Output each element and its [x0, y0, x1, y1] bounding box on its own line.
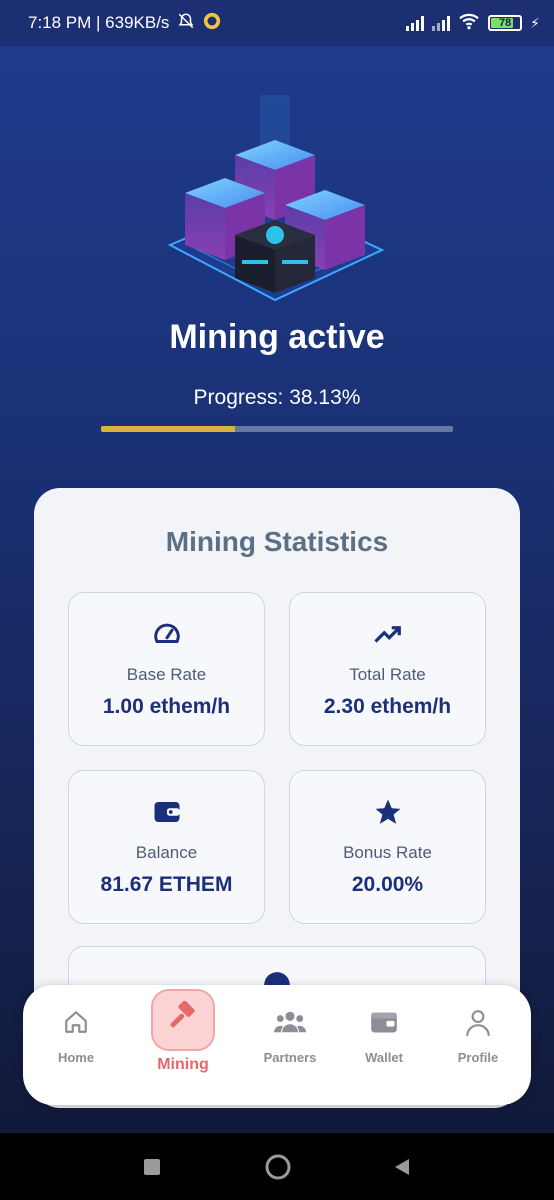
- nav-label: Partners: [263, 1050, 317, 1065]
- stat-bonus-rate: Bonus Rate 20.00%: [289, 770, 486, 924]
- stats-title: Mining Statistics: [165, 526, 389, 557]
- nav-wallet[interactable]: Wallet: [339, 985, 429, 1105]
- stat-label: Total Rate: [349, 665, 426, 684]
- progress-bar: [101, 426, 453, 432]
- people-icon: [245, 1009, 335, 1037]
- nav-home[interactable]: Home: [31, 985, 121, 1105]
- stat-value: 20.00%: [351, 873, 424, 896]
- mute-icon: [177, 12, 195, 35]
- stat-value: 1.00 ethem/h: [102, 695, 231, 718]
- app-screen: 7:18 PM | 639KB/s 78 ⚡ Mining active Pro…: [0, 0, 554, 1133]
- home-icon: [31, 1009, 121, 1037]
- nav-label: Home: [57, 1050, 95, 1065]
- stat-label: Bonus Rate: [343, 843, 432, 862]
- app-notification-icon: [203, 12, 221, 35]
- signal-icon-2: [432, 15, 451, 31]
- battery-level: 78: [499, 17, 512, 29]
- back-button[interactable]: [386, 1133, 418, 1200]
- star-icon: [290, 797, 485, 827]
- stat-value: 2.30 ethem/h: [323, 695, 452, 718]
- nav-profile[interactable]: Profile: [433, 985, 523, 1105]
- trending-up-icon: [290, 619, 485, 649]
- person-icon: [433, 1009, 523, 1037]
- recents-button[interactable]: [136, 1133, 168, 1200]
- stat-base-rate: Base Rate 1.00 ethem/h: [68, 592, 265, 746]
- status-bar: 7:18 PM | 639KB/s 78 ⚡: [0, 0, 554, 46]
- speedometer-icon: [69, 619, 264, 649]
- nav-label: Profile: [457, 1050, 499, 1065]
- mining-status-title: Mining active: [169, 318, 385, 356]
- wallet-icon: [339, 1009, 429, 1037]
- progress-label: Progress: 38.13%: [193, 386, 361, 409]
- nav-label: Wallet: [365, 1050, 403, 1065]
- stat-balance: Balance 81.67 ETHEM: [68, 770, 265, 924]
- stat-total-rate: Total Rate 2.30 ethem/h: [289, 592, 486, 746]
- stat-label: Balance: [135, 843, 198, 862]
- nav-label-active[interactable]: Mining: [138, 1056, 228, 1074]
- hammer-icon: [166, 1000, 200, 1040]
- stat-label: Base Rate: [126, 665, 207, 684]
- status-time: 7:18 PM | 639KB/s: [28, 13, 170, 32]
- stat-value: 81.67 ETHEM: [100, 873, 233, 896]
- progress-bar-fill: [101, 426, 236, 432]
- charging-icon: ⚡: [530, 14, 540, 31]
- mining-servers-illustration: [160, 95, 390, 305]
- nav-partners[interactable]: Partners: [245, 985, 335, 1105]
- wallet-icon: [69, 797, 264, 827]
- battery-icon: 78: [488, 15, 523, 31]
- wifi-icon: [458, 12, 480, 35]
- bottom-navigation: Home Mining Partners Wallet Profile: [23, 985, 531, 1105]
- system-navigation-bar: [0, 1133, 554, 1200]
- home-button[interactable]: [258, 1133, 298, 1200]
- signal-icon: [406, 15, 425, 31]
- nav-mining[interactable]: [151, 989, 215, 1051]
